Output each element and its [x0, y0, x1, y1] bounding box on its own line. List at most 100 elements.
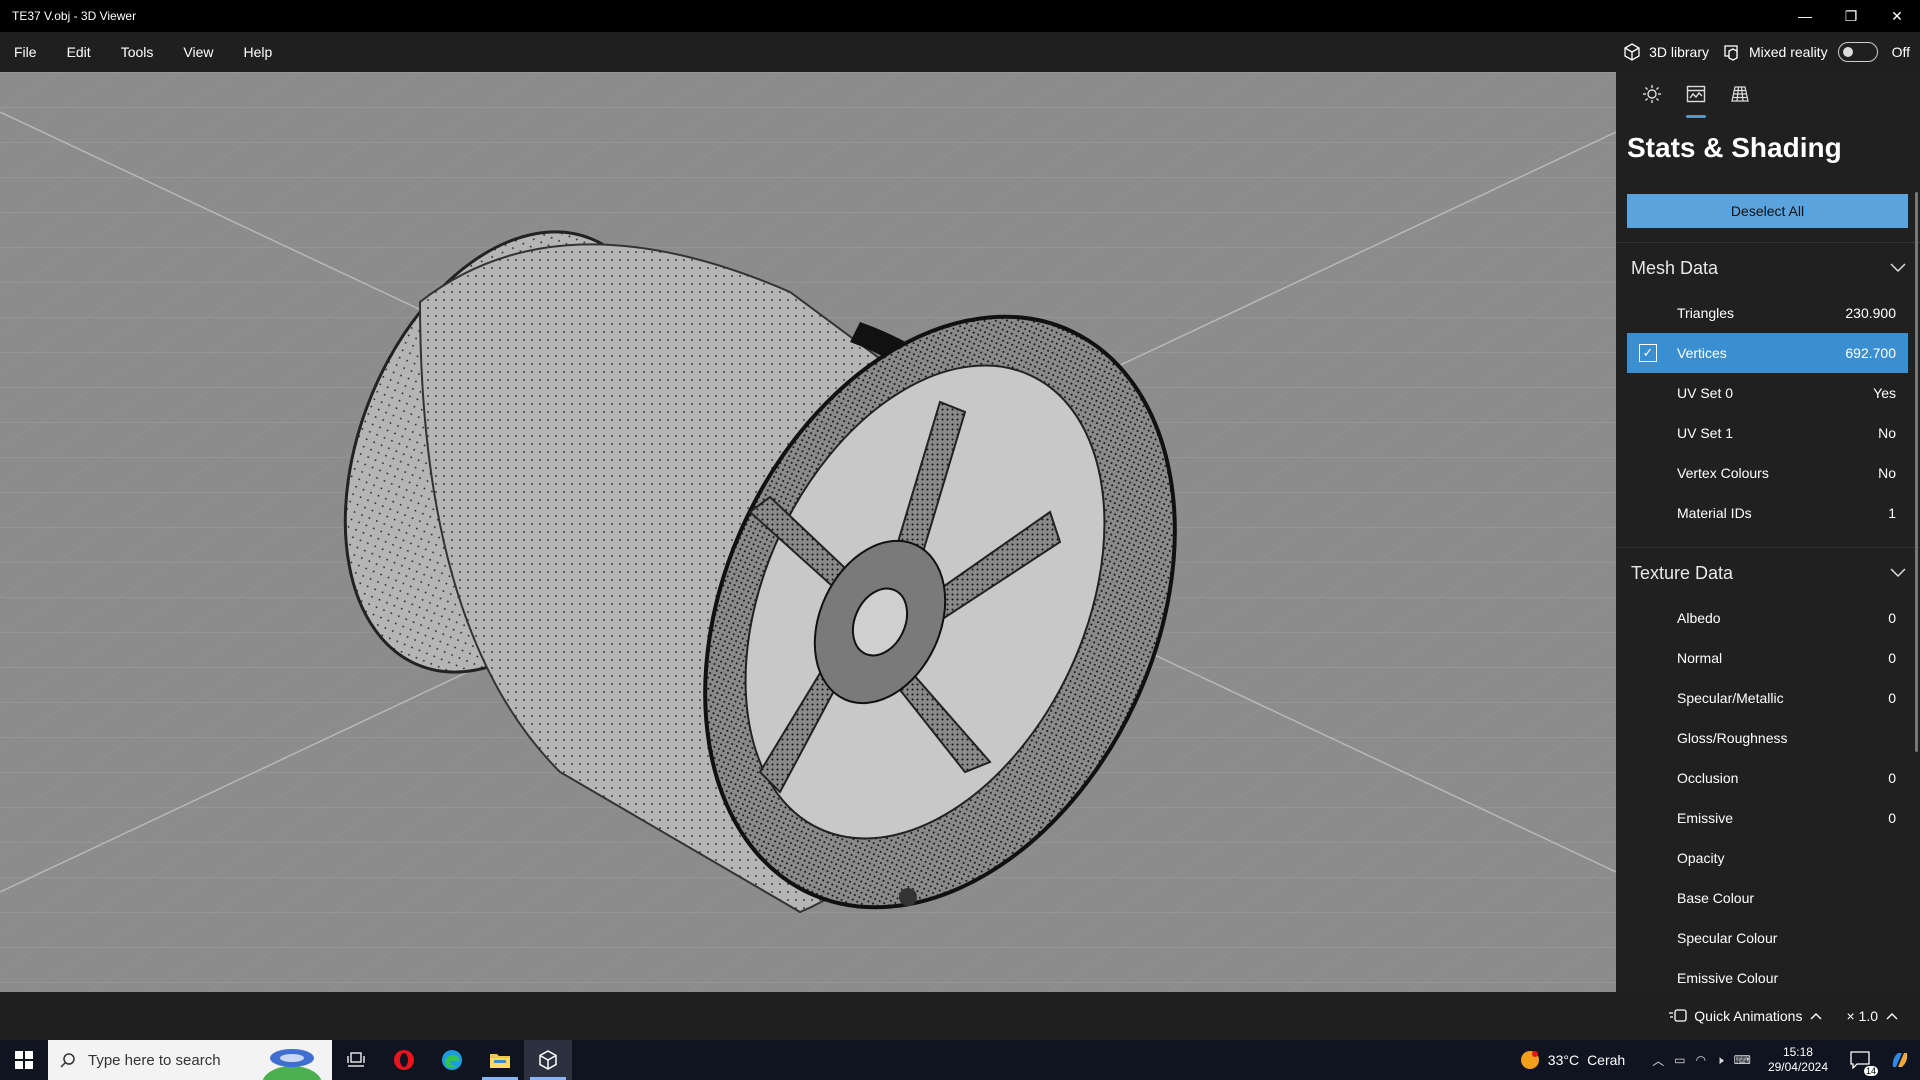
- texture-data-row[interactable]: Opacity: [1627, 838, 1908, 878]
- 3d-library-label: 3D library: [1649, 44, 1709, 60]
- mesh-data-row-label: Vertex Colours: [1677, 465, 1769, 481]
- mesh-data-row-label: Vertices: [1677, 345, 1727, 361]
- texture-data-row[interactable]: Occlusion 0: [1627, 758, 1908, 798]
- texture-data-row[interactable]: Emissive Colour: [1627, 958, 1908, 992]
- texture-data-row-label: Gloss/Roughness: [1677, 730, 1788, 746]
- texture-data-row-label: Emissive Colour: [1677, 970, 1779, 986]
- volume-icon[interactable]: 🕨: [1716, 1053, 1724, 1068]
- mesh-data-row-label: UV Set 0: [1677, 385, 1734, 401]
- menu-tools[interactable]: Tools: [111, 32, 164, 72]
- file-explorer-taskbar-button[interactable]: [476, 1040, 524, 1080]
- start-button[interactable]: [0, 1040, 48, 1080]
- texture-data-title: Texture Data: [1631, 562, 1734, 583]
- chevron-up-icon: [1886, 1013, 1898, 1020]
- mesh-data-row-value: 1: [1888, 505, 1896, 521]
- mesh-data-row-value: No: [1878, 465, 1896, 481]
- battery-icon[interactable]: ▭: [1674, 1053, 1685, 1067]
- stats-icon: [1686, 85, 1706, 103]
- notifications-button[interactable]: 14: [1840, 1040, 1880, 1080]
- mesh-data-section: Mesh Data Triangles 230.900 ✓ Vertices 692.7…: [1616, 242, 1920, 533]
- mesh-data-header[interactable]: Mesh Data: [1616, 243, 1920, 293]
- texture-data-row[interactable]: Emissive 0: [1627, 798, 1908, 838]
- menu-edit[interactable]: Edit: [57, 32, 101, 72]
- 3d-viewport[interactable]: [0, 72, 1616, 992]
- mixed-reality-button[interactable]: Mixed reality: [1723, 42, 1878, 62]
- edge-taskbar-button[interactable]: [428, 1040, 476, 1080]
- chevron-up-icon[interactable]: ︿: [1652, 1052, 1664, 1069]
- texture-data-row-label: Opacity: [1677, 850, 1725, 866]
- keyboard-icon[interactable]: ⌨: [1734, 1053, 1751, 1067]
- quick-animations-button[interactable]: Quick Animations: [1668, 1008, 1828, 1024]
- texture-data-row[interactable]: Albedo 0: [1627, 598, 1908, 638]
- texture-data-header[interactable]: Texture Data: [1616, 548, 1920, 598]
- search-highlight-icon: [262, 1049, 322, 1080]
- speed-label: × 1.0: [1846, 1008, 1878, 1024]
- texture-data-section: Texture Data Albedo 0 Normal 0 Specular/Meta…: [1616, 547, 1920, 992]
- tab-lighting[interactable]: [1630, 84, 1674, 120]
- restore-button[interactable]: ❐: [1828, 0, 1874, 32]
- texture-data-row-value: 0: [1888, 770, 1896, 786]
- animation-icon: [1669, 1009, 1687, 1022]
- menu-view[interactable]: View: [173, 32, 223, 72]
- panel-title: Stats & Shading: [1627, 132, 1842, 163]
- texture-data-row-label: Albedo: [1677, 610, 1721, 626]
- speed-selector[interactable]: × 1.0: [1846, 1008, 1904, 1024]
- chevron-up-icon: [1810, 1013, 1822, 1020]
- mixed-reality-icon: [1724, 45, 1738, 61]
- copilot-button[interactable]: [1880, 1040, 1920, 1080]
- minimize-button[interactable]: —: [1782, 0, 1828, 32]
- opera-taskbar-button[interactable]: [380, 1040, 428, 1080]
- search-placeholder: Type here to search: [88, 1051, 221, 1069]
- close-button[interactable]: ✕: [1874, 0, 1920, 32]
- texture-data-row[interactable]: Specular Colour: [1627, 918, 1908, 958]
- windows-icon: [15, 1051, 33, 1069]
- weather-desc: Cerah: [1587, 1052, 1626, 1068]
- deselect-all-button[interactable]: Deselect All: [1627, 194, 1908, 228]
- window-title: TE37 V.obj - 3D Viewer: [12, 9, 137, 23]
- texture-data-row-label: Base Colour: [1677, 890, 1755, 906]
- texture-data-row-label: Normal: [1677, 650, 1723, 666]
- mixed-reality-toggle[interactable]: [1837, 42, 1878, 62]
- clock[interactable]: 15:18 29/04/2024: [1768, 1045, 1828, 1075]
- title-bar: TE37 V.obj - 3D Viewer — ❐ ✕: [0, 0, 1920, 32]
- mesh-data-row[interactable]: Material IDs 1: [1627, 493, 1908, 533]
- sun-icon: [1643, 85, 1661, 103]
- texture-data-row-value: 0: [1888, 610, 1896, 626]
- mesh-data-row-value: 230.900: [1845, 305, 1896, 321]
- weather-temp: 33°C: [1547, 1052, 1580, 1068]
- texture-data-row-value: 0: [1888, 690, 1896, 706]
- grid-icon: [1731, 86, 1749, 102]
- texture-data-row-value: 0: [1888, 650, 1896, 666]
- checkbox-checked-icon[interactable]: ✓: [1639, 344, 1657, 362]
- edge-icon: [442, 1050, 462, 1070]
- mesh-data-row[interactable]: UV Set 1 No: [1627, 413, 1908, 453]
- toggle-state-label: Off: [1891, 44, 1910, 60]
- texture-data-row[interactable]: Gloss/Roughness: [1627, 718, 1908, 758]
- tab-stats[interactable]: [1674, 84, 1718, 120]
- wifi-icon[interactable]: ◠: [1696, 1053, 1706, 1067]
- task-view-button[interactable]: [332, 1040, 380, 1080]
- opera-icon: [394, 1050, 414, 1070]
- cube-icon: [1624, 43, 1640, 61]
- panel-scrollbar[interactable]: [1915, 192, 1918, 752]
- texture-data-row[interactable]: Specular/Metallic 0: [1627, 678, 1908, 718]
- taskbar-search[interactable]: Type here to search: [48, 1040, 332, 1080]
- weather-widget[interactable]: 33°C Cerah: [1518, 1048, 1625, 1072]
- wheel-model: [343, 230, 1177, 914]
- 3d-viewer-taskbar-button[interactable]: [524, 1040, 572, 1080]
- folder-icon: [490, 1054, 510, 1068]
- texture-data-row[interactable]: Base Colour: [1627, 878, 1908, 918]
- mesh-data-row[interactable]: Triangles 230.900: [1627, 293, 1908, 333]
- texture-data-row[interactable]: Normal 0: [1627, 638, 1908, 678]
- status-bar: Quick Animations × 1.0: [0, 992, 1920, 1040]
- notification-count: 14: [1863, 1066, 1878, 1076]
- stats-shading-panel: Stats & Shading Deselect All Mesh Data T…: [1616, 72, 1920, 992]
- 3d-library-button[interactable]: 3D library: [1623, 43, 1709, 61]
- menu-help[interactable]: Help: [233, 32, 282, 72]
- mesh-data-row[interactable]: ✓ Vertices 692.700: [1627, 333, 1908, 373]
- mesh-data-row-label: Material IDs: [1677, 505, 1752, 521]
- mesh-data-row[interactable]: Vertex Colours No: [1627, 453, 1908, 493]
- mesh-data-row[interactable]: UV Set 0 Yes: [1627, 373, 1908, 413]
- tab-grid[interactable]: [1718, 84, 1762, 120]
- menu-file[interactable]: File: [4, 32, 47, 72]
